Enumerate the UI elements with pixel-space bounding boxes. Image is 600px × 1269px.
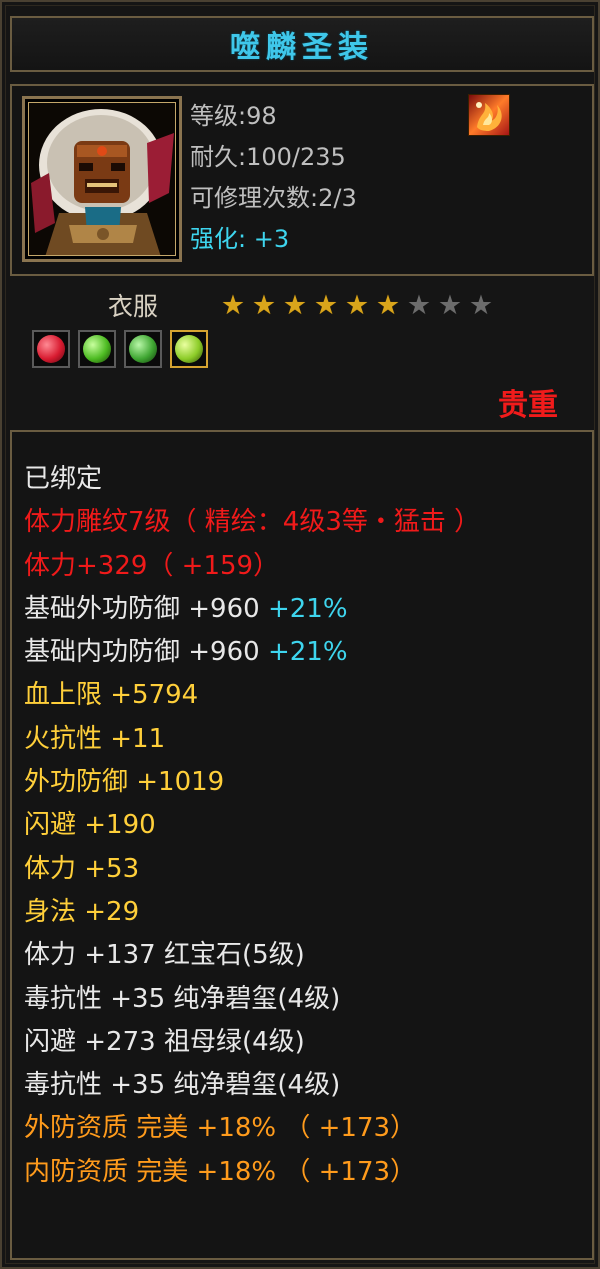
attribute-line: 基础外功防御 +960 +21% bbox=[24, 588, 480, 631]
attribute-line: 毒抗性 +35 纯净碧玺(4级) bbox=[24, 978, 480, 1021]
attribute-line: 血上限 +5794 bbox=[24, 674, 480, 717]
attribute-bonus: +21% bbox=[259, 593, 348, 624]
star-icon: ★ bbox=[313, 289, 339, 321]
attribute-text: 体力 +137 红宝石(5级) bbox=[24, 940, 305, 971]
green-gem-slot[interactable] bbox=[78, 330, 116, 368]
attribute-line: 火抗性 +11 bbox=[24, 718, 480, 761]
rarity-label: 贵重 bbox=[498, 388, 558, 423]
item-title: 噬麟圣装 bbox=[230, 30, 374, 65]
item-stats: 等级:98 耐久:100/235 可修理次数:2/3 强化: +3 bbox=[190, 96, 357, 260]
attribute-text: 身法 +29 bbox=[24, 896, 140, 927]
empty-star-icon: ★ bbox=[437, 289, 463, 321]
attribute-line: 已绑定 bbox=[24, 458, 480, 501]
attribute-text: 毒抗性 +35 纯净碧玺(4级) bbox=[24, 1070, 341, 1101]
item-type-row: 衣服 ★ ★ ★ ★ ★ ★ ★ ★ ★ bbox=[108, 287, 496, 323]
item-info-box: 等级:98 耐久:100/235 可修理次数:2/3 强化: +3 bbox=[10, 84, 594, 276]
gem-slots bbox=[32, 330, 208, 368]
attribute-text: 已绑定 bbox=[24, 464, 103, 494]
attribute-line: 体力 +137 红宝石(5级) bbox=[24, 934, 480, 977]
emerald-gem-slot[interactable] bbox=[170, 330, 208, 368]
item-durability: 耐久:100/235 bbox=[190, 143, 346, 171]
attributes-box: 已绑定体力雕纹7级（ 精绘：4级3等・猛击 ） 体力+329（ +159） 基础外功… bbox=[10, 430, 594, 1260]
jade-gem-slot[interactable] bbox=[124, 330, 162, 368]
ruby-gem-icon bbox=[37, 335, 65, 363]
star-icon: ★ bbox=[344, 289, 370, 321]
attribute-text: 火抗性 +11 bbox=[24, 723, 166, 754]
item-enhance: 强化: +3 bbox=[190, 219, 357, 260]
attribute-line: 体力雕纹7级（ 精绘：4级3等・猛击 ） bbox=[24, 501, 480, 544]
attribute-line: 体力 +53 bbox=[24, 848, 480, 891]
attribute-text: 内防资质 完美 +18% （ +173） bbox=[24, 1156, 417, 1187]
star-icon: ★ bbox=[375, 289, 401, 321]
star-rating: ★ ★ ★ ★ ★ ★ ★ ★ ★ bbox=[218, 292, 496, 319]
attribute-line: 闪避 +273 祖母绿(4级) bbox=[24, 1021, 480, 1064]
star-icon: ★ bbox=[220, 289, 246, 321]
green-gem-icon bbox=[83, 335, 111, 363]
enhance-value: +3 bbox=[253, 225, 290, 253]
attribute-text: 闪避 +190 bbox=[24, 810, 156, 841]
flame-emblem-icon bbox=[468, 94, 510, 136]
attribute-text: 血上限 +5794 bbox=[24, 680, 199, 711]
star-icon: ★ bbox=[251, 289, 277, 321]
item-repair-count: 可修理次数:2/3 bbox=[190, 184, 357, 212]
attribute-line: 身法 +29 bbox=[24, 891, 480, 934]
attribute-text: 毒抗性 +35 纯净碧玺(4级) bbox=[24, 983, 341, 1014]
attribute-text: 基础外功防御 +960 bbox=[24, 593, 260, 624]
item-tooltip-panel: 噬麟圣装 等级:98 耐久:100/235 可修理次数:2/3 强化: +3 衣… bbox=[0, 0, 600, 1269]
item-portrait bbox=[22, 96, 182, 262]
ruby-gem-slot[interactable] bbox=[32, 330, 70, 368]
attribute-text: 外防资质 完美 +18% （ +173） bbox=[24, 1113, 417, 1144]
attribute-line: 体力+329（ +159） bbox=[24, 545, 480, 588]
item-type-label: 衣服 bbox=[108, 292, 159, 321]
star-icon: ★ bbox=[282, 289, 308, 321]
warrior-mask-portrait-icon bbox=[28, 102, 176, 256]
empty-star-icon: ★ bbox=[468, 289, 494, 321]
attribute-line: 毒抗性 +35 纯净碧玺(4级) bbox=[24, 1064, 480, 1107]
item-level: 等级:98 bbox=[190, 102, 277, 130]
jade-gem-icon bbox=[129, 335, 157, 363]
attribute-line: 基础内功防御 +960 +21% bbox=[24, 631, 480, 674]
attribute-text: 体力+329（ +159） bbox=[24, 550, 280, 581]
enhance-label: 强化: bbox=[190, 225, 247, 253]
empty-star-icon: ★ bbox=[406, 289, 432, 321]
attribute-bonus: +21% bbox=[259, 637, 348, 668]
attribute-text: 体力 +53 bbox=[24, 853, 140, 884]
attribute-list: 已绑定体力雕纹7级（ 精绘：4级3等・猛击 ） 体力+329（ +159） 基础外功… bbox=[24, 458, 480, 1194]
attribute-text: 体力雕纹7级（ 精绘：4级3等・猛击 ） bbox=[24, 507, 481, 538]
title-bar: 噬麟圣装 bbox=[10, 16, 594, 72]
emerald-gem-icon bbox=[175, 335, 203, 363]
attribute-line: 内防资质 完美 +18% （ +173） bbox=[24, 1151, 480, 1194]
attribute-text: 外功防御 +1019 bbox=[24, 767, 225, 798]
attribute-line: 外防资质 完美 +18% （ +173） bbox=[24, 1107, 480, 1150]
attribute-text: 闪避 +273 祖母绿(4级) bbox=[24, 1026, 305, 1057]
attribute-line: 外功防御 +1019 bbox=[24, 761, 480, 804]
attribute-text: 基础内功防御 +960 bbox=[24, 637, 260, 668]
attribute-line: 闪避 +190 bbox=[24, 804, 480, 847]
